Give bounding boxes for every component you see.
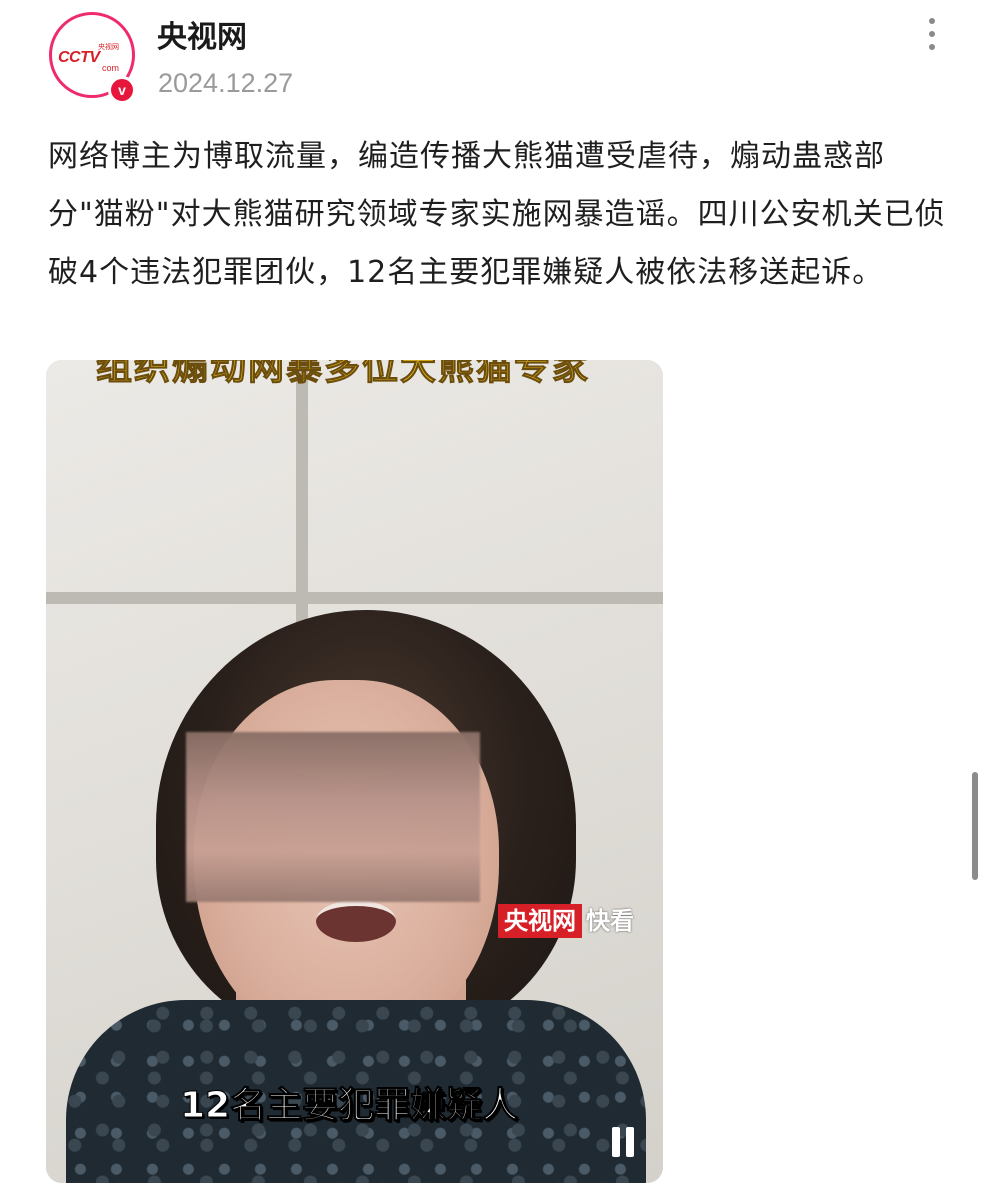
watermark-tag: 快看: [586, 907, 634, 935]
cctv-logo-subtext: 央视网: [98, 43, 119, 51]
more-vertical-icon: [929, 44, 935, 50]
video-subtitle: 12名主要犯罪嫌疑人: [179, 1085, 519, 1127]
post-page: CCTV 央视网 com v 央视网 2024.12.27 网络博主为博取流量，…: [0, 0, 986, 1200]
account-name[interactable]: 央视网: [157, 18, 247, 58]
pause-icon: [612, 1127, 620, 1157]
cctv-logo-text: CCTV: [58, 49, 100, 66]
more-vertical-icon: [929, 31, 935, 37]
pause-button[interactable]: [608, 1125, 638, 1161]
verified-badge-icon: v: [108, 76, 136, 104]
video-subject-mouth: [316, 900, 396, 942]
video-watermark: 央视网 快看: [498, 904, 634, 938]
face-blur-mask: [186, 732, 480, 902]
watermark-brand: 央视网: [498, 904, 582, 938]
pause-icon: [626, 1127, 634, 1157]
video-player[interactable]: 组织煽动网暴多位大熊猫专家 央视网 快看 12名主要犯罪嫌疑人: [46, 360, 663, 1183]
more-options-button[interactable]: [916, 14, 948, 54]
post-text: 网络博主为博取流量，编造传播大熊猫遭受虐待，煽动蛊惑部分"猫粉"对大熊猫研究领域…: [48, 139, 946, 290]
post-date: 2024.12.27: [158, 68, 294, 98]
more-vertical-icon: [929, 18, 935, 24]
cctv-logo-com: com: [102, 63, 120, 73]
scrollbar-thumb[interactable]: [972, 772, 978, 880]
video-top-caption: 组织煽动网暴多位大熊猫专家: [95, 360, 591, 389]
